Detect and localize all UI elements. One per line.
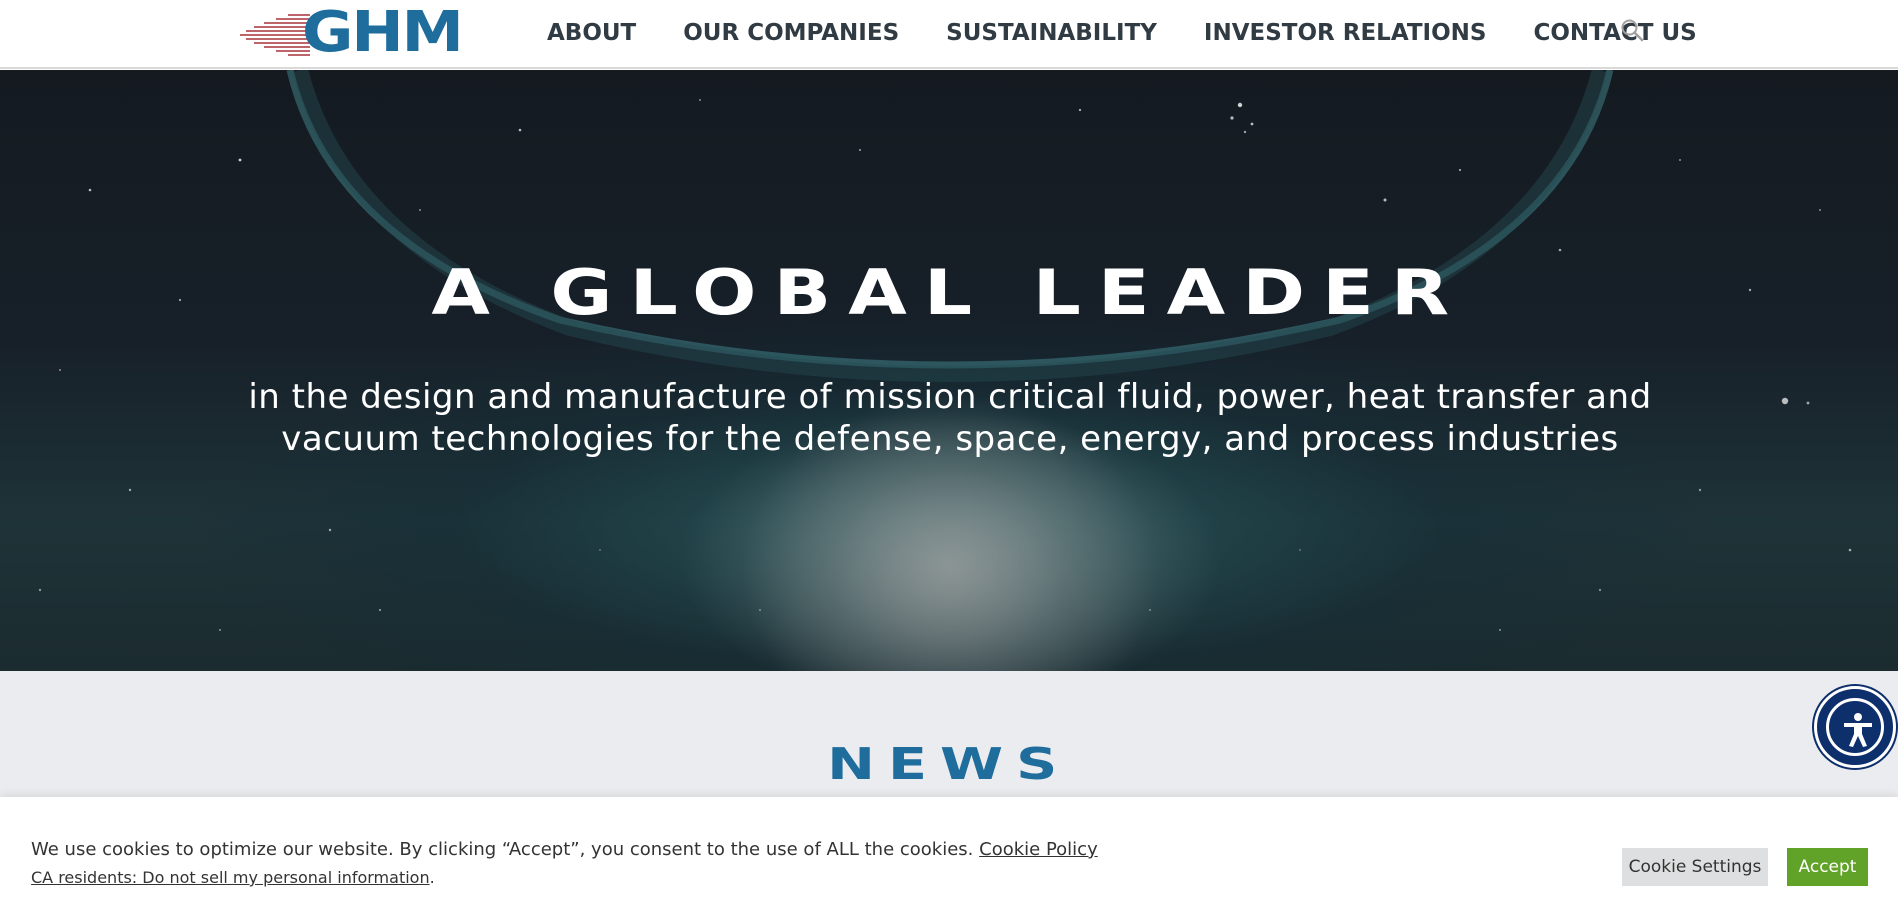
ghm-logo[interactable]: GHM (238, 3, 488, 63)
nav-contact-us[interactable]: CONTACT US (1533, 18, 1696, 48)
hero-subtitle: in the design and manufacture of mission… (200, 376, 1700, 460)
cookie-policy-link[interactable]: Cookie Policy (979, 839, 1098, 860)
cookie-consent-bar: We use cookies to optimize our website. … (0, 797, 1898, 904)
hero-subtitle-line-1: in the design and manufacture of mission… (248, 377, 1652, 417)
logo-text: GHM (302, 0, 464, 65)
hero-banner: A GLOBAL LEADER in the design and manufa… (0, 70, 1898, 671)
logo-speed-lines (240, 14, 310, 56)
nav-sustainability[interactable]: SUSTAINABILITY (946, 18, 1157, 48)
accessibility-icon (1844, 713, 1872, 747)
search-icon[interactable] (1620, 18, 1644, 42)
site-header: GHM ABOUT OUR COMPANIES SUSTAINABILITY I… (0, 0, 1898, 69)
accessibility-button[interactable] (1814, 686, 1896, 768)
ca-residents-line: CA residents: Do not sell my personal in… (31, 867, 435, 889)
hero-title: A GLOBAL LEADER (431, 256, 1467, 329)
ca-do-not-sell-link[interactable]: CA residents: Do not sell my personal in… (31, 868, 430, 887)
news-heading: NEWS (827, 739, 1071, 790)
nav-about[interactable]: ABOUT (547, 18, 636, 48)
main-nav: ABOUT OUR COMPANIES SUSTAINABILITY INVES… (547, 18, 1697, 48)
accept-cookies-button[interactable]: Accept (1787, 848, 1868, 886)
nav-our-companies[interactable]: OUR COMPANIES (683, 18, 899, 48)
nav-investor-relations[interactable]: INVESTOR RELATIONS (1204, 18, 1487, 48)
ca-suffix: . (429, 868, 435, 887)
cookie-message: We use cookies to optimize our website. … (31, 838, 1098, 862)
hero-subtitle-line-2: vacuum technologies for the defense, spa… (281, 419, 1619, 459)
cookie-settings-button[interactable]: Cookie Settings (1622, 848, 1768, 886)
earth-space-background (38, 70, 1852, 671)
cookie-message-text: We use cookies to optimize our website. … (31, 839, 974, 860)
